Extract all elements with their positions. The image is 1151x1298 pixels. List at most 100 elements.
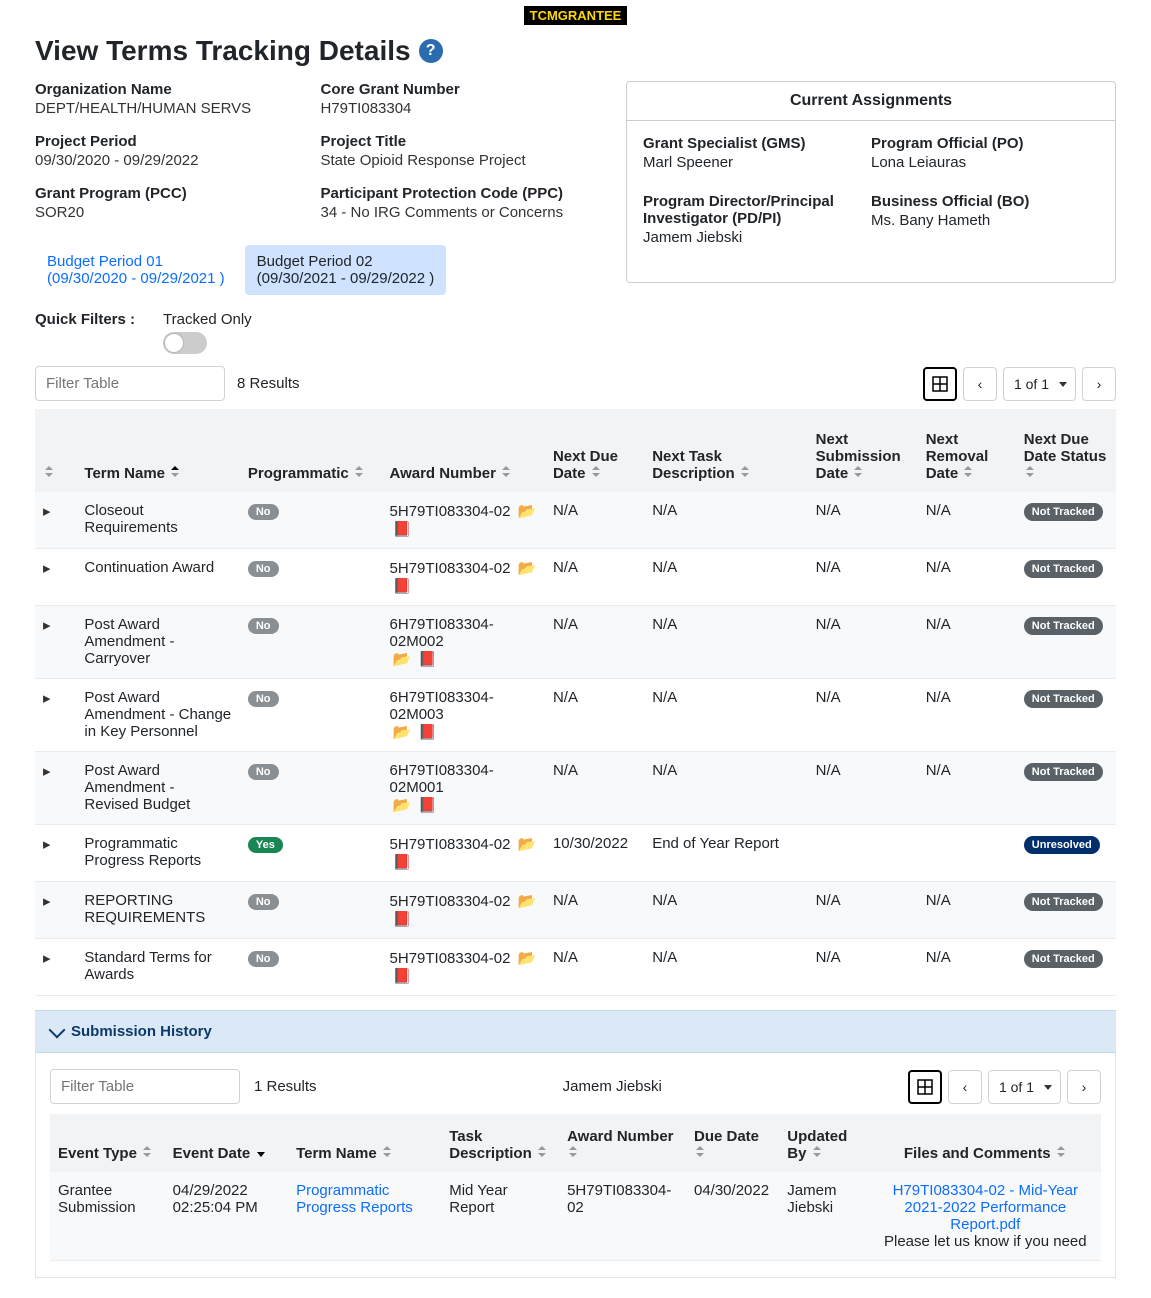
folder-icon[interactable]: 📂 — [518, 560, 537, 577]
programmatic-pill: No — [248, 764, 279, 780]
submission-history-header[interactable]: Submission History — [35, 1010, 1116, 1053]
col-award-number[interactable]: Award Number — [382, 409, 545, 492]
tab-budget-period-01[interactable]: Budget Period 01(09/30/2020 - 09/29/2021… — [35, 245, 237, 295]
sh-page-select[interactable]: 1 of 1 — [988, 1070, 1061, 1104]
cell-rem — [918, 825, 1016, 882]
results-count: 8 Results — [237, 375, 300, 392]
current-assignments-panel: Current Assignments Grant Specialist (GM… — [626, 81, 1116, 283]
pdf-icon[interactable]: 📕 — [393, 578, 412, 595]
pdpi: Program Director/Principal Investigator … — [643, 193, 871, 246]
expand-row-icon[interactable]: ▸ — [43, 503, 51, 520]
sh-col-event-type[interactable]: Event Type — [50, 1114, 165, 1172]
expand-row-icon[interactable]: ▸ — [43, 950, 51, 967]
cell-award: 5H79TI083304-02 📂 📕 — [382, 939, 545, 996]
folder-icon[interactable]: 📂 — [393, 797, 412, 814]
folder-icon[interactable]: 📂 — [518, 950, 537, 967]
status-badge: Unresolved — [1024, 836, 1100, 854]
pdf-icon[interactable]: 📕 — [393, 854, 412, 871]
table-row: ▸Standard Terms for AwardsNo5H79TI083304… — [35, 939, 1116, 996]
programmatic-pill: No — [248, 504, 279, 520]
expand-row-icon[interactable]: ▸ — [43, 893, 51, 910]
cell-rem: N/A — [918, 549, 1016, 606]
sh-file-link[interactable]: H79TI083304-02 - Mid-Year 2021-2022 Perf… — [893, 1182, 1078, 1233]
tab-budget-period-02[interactable]: Budget Period 02(09/30/2021 - 09/29/2022… — [245, 245, 447, 295]
project-period: Project Period09/30/2020 - 09/29/2022 — [35, 133, 321, 169]
table-row: ▸Programmatic Progress ReportsYes5H79TI0… — [35, 825, 1116, 882]
col-next-removal[interactable]: Next Removal Date — [918, 409, 1016, 492]
sh-grid-view-button[interactable] — [908, 1070, 942, 1104]
status-badge: Not Tracked — [1024, 690, 1103, 708]
page-select[interactable]: 1 of 1 — [1003, 367, 1076, 401]
prev-page-button[interactable]: ‹ — [963, 367, 997, 401]
cell-sub — [808, 825, 918, 882]
pdf-icon[interactable]: 📕 — [393, 911, 412, 928]
sh-col-task-desc[interactable]: Task Description — [441, 1114, 559, 1172]
status-badge: Not Tracked — [1024, 763, 1103, 781]
grid-view-button[interactable] — [923, 367, 957, 401]
cell-sub: N/A — [808, 492, 918, 549]
expand-row-icon[interactable]: ▸ — [43, 763, 51, 780]
col-next-due-date[interactable]: Next Due Date — [545, 409, 644, 492]
col-term-name[interactable]: Term Name — [76, 409, 239, 492]
cell-rem: N/A — [918, 939, 1016, 996]
expand-row-icon[interactable]: ▸ — [43, 617, 51, 634]
grantee-tag: TCMGRANTEE — [524, 6, 628, 25]
sort-desc-icon — [257, 1152, 265, 1157]
filter-table-input[interactable] — [35, 366, 225, 401]
submission-history-table: Event Type Event Date Term Name Task Des… — [50, 1114, 1101, 1261]
folder-icon[interactable]: 📂 — [518, 836, 537, 853]
folder-icon[interactable]: 📂 — [393, 651, 412, 668]
sh-col-award-number[interactable]: Award Number — [559, 1114, 686, 1172]
sh-col-due-date[interactable]: Due Date — [686, 1114, 779, 1172]
tracked-only-toggle[interactable] — [163, 332, 207, 354]
expand-row-icon[interactable]: ▸ — [43, 560, 51, 577]
sh-col-updated-by[interactable]: Updated By — [779, 1114, 869, 1172]
tracked-only-label: Tracked Only — [163, 311, 252, 328]
sh-col-event-date[interactable]: Event Date — [165, 1114, 288, 1172]
sh-row: Grantee Submission 04/29/2022 02:25:04 P… — [50, 1172, 1101, 1261]
pdf-icon[interactable]: 📕 — [418, 797, 437, 814]
cell-due: 10/30/2022 — [545, 825, 644, 882]
folder-icon[interactable]: 📂 — [518, 503, 537, 520]
pdf-icon[interactable]: 📕 — [393, 521, 412, 538]
table-row: ▸Continuation AwardNo5H79TI083304-02 📂 📕… — [35, 549, 1116, 606]
col-next-submission[interactable]: Next Submission Date — [808, 409, 918, 492]
page-title: View Terms Tracking Details ? — [35, 35, 1116, 67]
sh-filter-input[interactable] — [50, 1069, 240, 1104]
cell-due: N/A — [545, 679, 644, 752]
cell-award: 5H79TI083304-02 📂 📕 — [382, 549, 545, 606]
help-icon[interactable]: ? — [419, 39, 443, 63]
cell-due: N/A — [545, 939, 644, 996]
cell-award: 5H79TI083304-02 📂 📕 — [382, 825, 545, 882]
programmatic-pill: No — [248, 561, 279, 577]
cell-rem: N/A — [918, 882, 1016, 939]
expand-row-icon[interactable]: ▸ — [43, 690, 51, 707]
pdf-icon[interactable]: 📕 — [393, 968, 412, 985]
sh-col-term-name[interactable]: Term Name — [288, 1114, 441, 1172]
cell-sub: N/A — [808, 679, 918, 752]
col-next-task-desc[interactable]: Next Task Description — [644, 409, 807, 492]
folder-icon[interactable]: 📂 — [393, 724, 412, 741]
pdf-icon[interactable]: 📕 — [418, 651, 437, 668]
next-page-button[interactable]: › — [1082, 367, 1116, 401]
cell-due: N/A — [545, 492, 644, 549]
pdf-icon[interactable]: 📕 — [418, 724, 437, 741]
sh-comment: Please let us know if you need — [878, 1233, 1093, 1250]
sh-next-page-button[interactable]: › — [1067, 1070, 1101, 1104]
col-status[interactable]: Next Due Date Status — [1016, 409, 1116, 492]
cell-award: 6H79TI083304-02M003📂 📕 — [382, 679, 545, 752]
programmatic-pill: No — [248, 951, 279, 967]
sh-term-link[interactable]: Programmatic Progress Reports — [296, 1182, 413, 1216]
col-programmatic[interactable]: Programmatic — [240, 409, 382, 492]
cell-due: N/A — [545, 606, 644, 679]
folder-icon[interactable]: 📂 — [518, 893, 537, 910]
sh-prev-page-button[interactable]: ‹ — [948, 1070, 982, 1104]
cell-term-name: Post Award Amendment - Change in Key Per… — [76, 679, 239, 752]
pager: ‹ 1 of 1 › — [923, 367, 1116, 401]
cell-due: N/A — [545, 752, 644, 825]
cell-rem: N/A — [918, 606, 1016, 679]
status-badge: Not Tracked — [1024, 617, 1103, 635]
expand-row-icon[interactable]: ▸ — [43, 836, 51, 853]
sh-col-files[interactable]: Files and Comments — [870, 1114, 1101, 1172]
cell-term-name: Closeout Requirements — [76, 492, 239, 549]
